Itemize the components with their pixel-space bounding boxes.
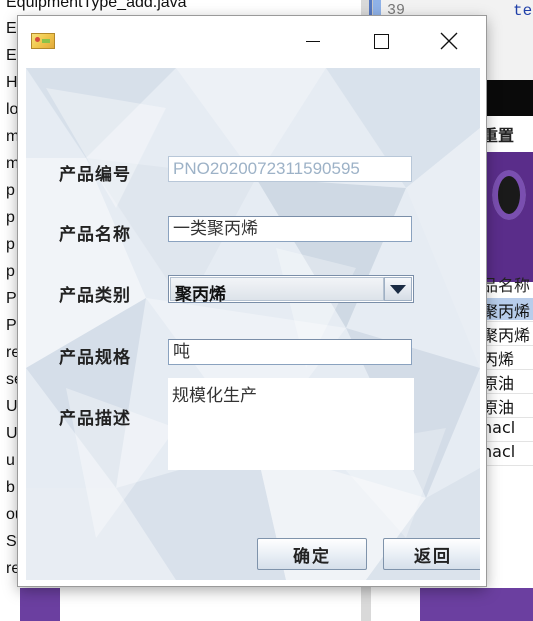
file-item[interactable]: E <box>6 20 17 38</box>
minimize-button[interactable] <box>278 16 348 66</box>
background-pattern <box>26 68 480 580</box>
product-category-select[interactable]: 聚丙烯 <box>168 275 414 305</box>
reset-button[interactable]: 重置 <box>482 122 514 146</box>
file-item[interactable]: U <box>6 398 18 416</box>
file-item[interactable]: p <box>6 236 15 254</box>
label-product-name: 产品名称 <box>59 225 131 245</box>
label-product-desc: 产品描述 <box>59 409 131 429</box>
label-product-category: 产品类别 <box>59 286 131 306</box>
close-icon <box>440 32 458 50</box>
close-button[interactable] <box>414 16 484 66</box>
maximize-icon <box>373 33 389 49</box>
table-cell[interactable]: nacl <box>482 418 533 442</box>
table-cell[interactable]: 聚丙烯 <box>482 298 533 322</box>
confirm-button[interactable]: 确定 <box>257 538 367 570</box>
file-item[interactable]: H <box>6 74 18 92</box>
category-selected-value[interactable]: 聚丙烯 <box>170 277 384 305</box>
table-cell[interactable]: 聚丙烯 <box>482 322 533 346</box>
product-name-field[interactable]: 一类聚丙烯 <box>168 216 412 242</box>
java-app-icon <box>31 33 55 49</box>
file-item[interactable]: p <box>6 209 15 227</box>
background-image <box>482 152 533 282</box>
table-header: 品名称 <box>482 276 531 295</box>
table-cell[interactable]: 丙烯 <box>482 346 533 370</box>
product-spec-field[interactable]: 吨 <box>168 339 412 365</box>
form-panel: 产品编号 PNO2020072311590595 产品名称 一类聚丙烯 产品类别… <box>26 68 480 580</box>
file-item[interactable]: U <box>6 425 18 443</box>
background-image-fragment <box>420 588 533 621</box>
table-cell[interactable]: 原油 <box>482 370 533 394</box>
chevron-down-icon <box>390 284 406 294</box>
file-item[interactable]: p <box>6 263 15 281</box>
back-button[interactable]: 返回 <box>383 538 480 570</box>
file-item[interactable]: P <box>6 317 17 335</box>
file-item[interactable]: E <box>6 47 17 65</box>
minimize-icon <box>306 40 320 42</box>
product-add-dialog: 产品编号 PNO2020072311590595 产品名称 一类聚丙烯 产品类别… <box>18 16 486 586</box>
file-item[interactable]: b <box>6 479 15 497</box>
dropdown-button[interactable] <box>384 277 412 301</box>
file-item[interactable]: p <box>6 182 15 200</box>
file-item[interactable]: EquipmentType_add.java <box>6 0 187 12</box>
product-code-field[interactable]: PNO2020072311590595 <box>168 156 412 182</box>
file-item[interactable]: lo <box>6 101 18 119</box>
file-item[interactable]: u <box>6 452 15 470</box>
label-product-spec: 产品规格 <box>59 348 131 368</box>
table-cell[interactable]: 原油 <box>482 394 533 418</box>
code-fragment[interactable]: te <box>513 2 532 20</box>
table-cell[interactable]: nacl <box>482 442 533 466</box>
background-image-fragment <box>20 588 60 621</box>
title-bar[interactable] <box>18 16 486 66</box>
product-desc-textarea[interactable]: 规模化生产 <box>168 378 414 470</box>
file-item[interactable]: P <box>6 290 17 308</box>
label-product-code: 产品编号 <box>59 165 131 185</box>
maximize-button[interactable] <box>346 16 416 66</box>
